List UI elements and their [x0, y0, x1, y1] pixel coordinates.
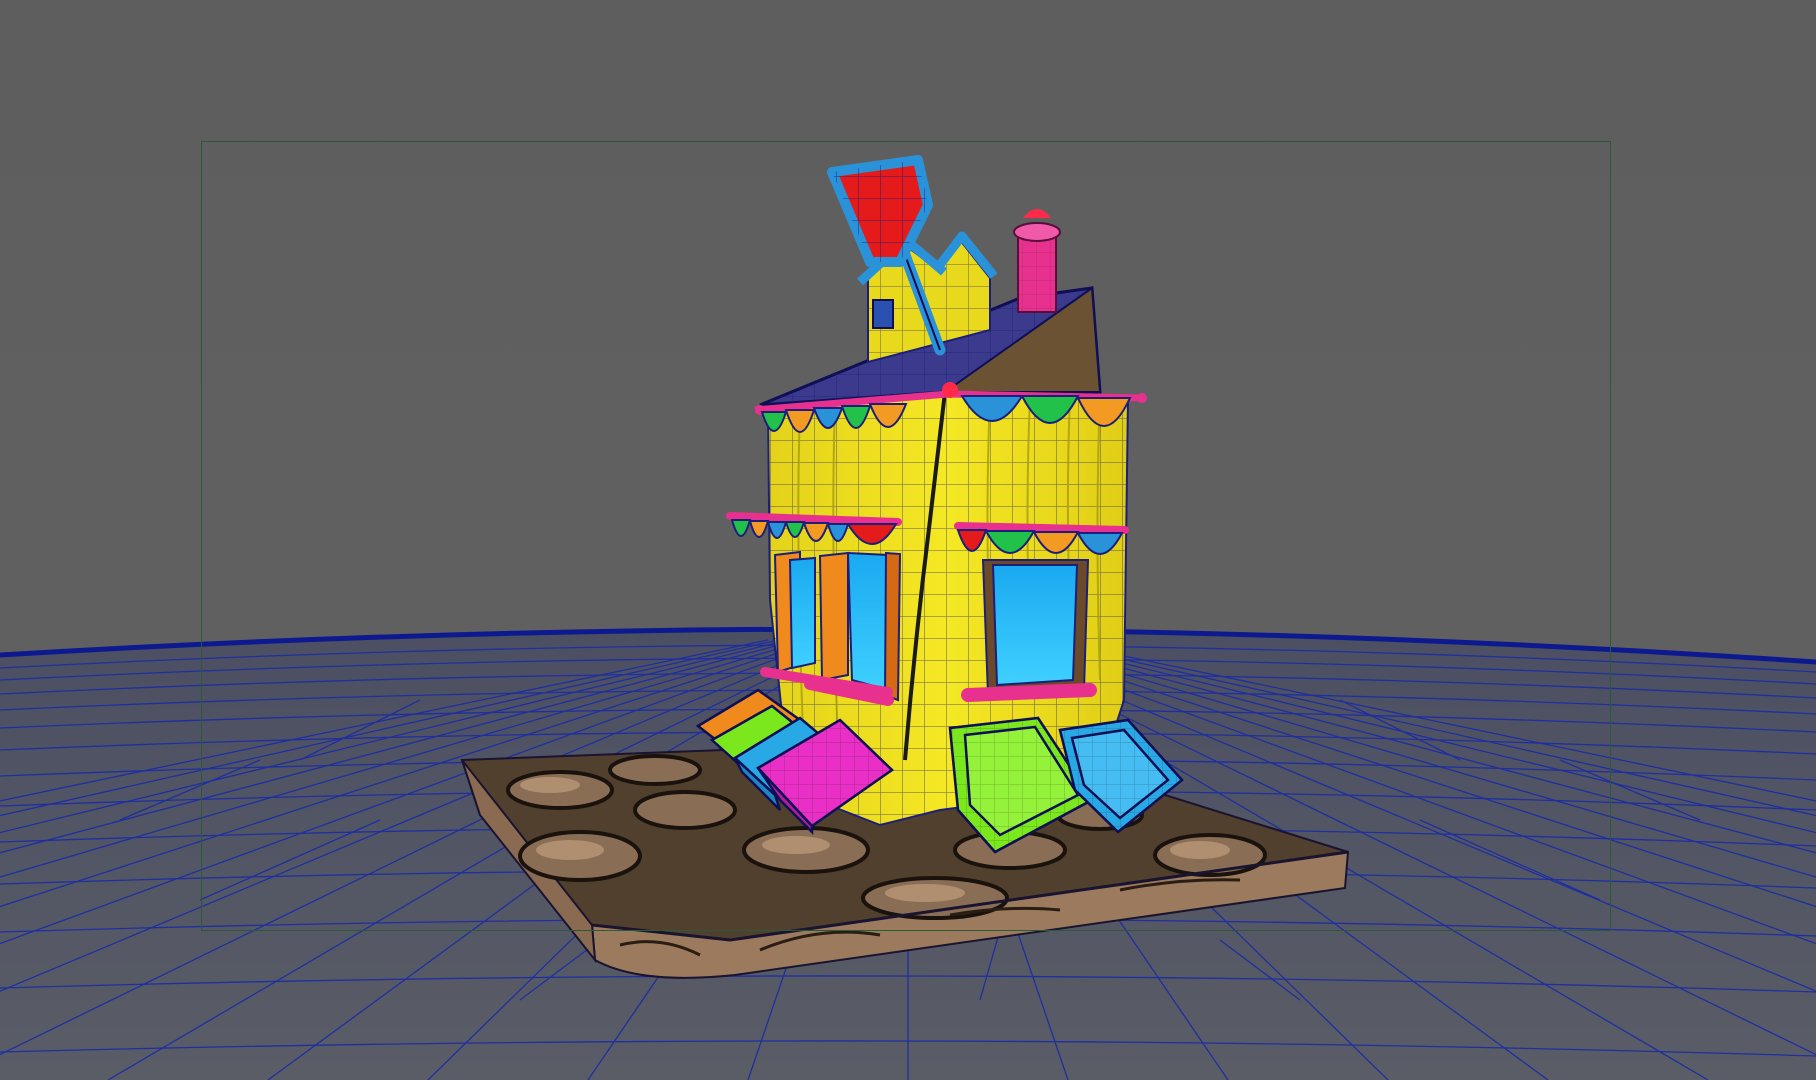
left-windows	[760, 550, 902, 706]
3d-viewport[interactable]	[0, 0, 1816, 1080]
viewport-scene[interactable]	[0, 0, 1816, 1080]
right-window	[961, 559, 1097, 702]
